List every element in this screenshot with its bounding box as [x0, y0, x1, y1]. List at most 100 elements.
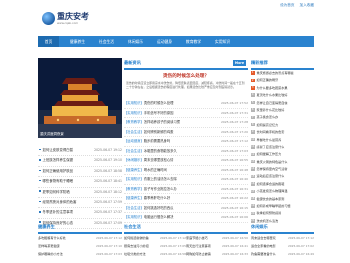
news-row[interactable]: 【运动健身】跑步前需要热身吗 2025-06-07 17:12	[124, 137, 248, 147]
list-item[interactable]: 如何正确使用护肤品 2025-06-07 18:58	[38, 167, 122, 178]
rank-item[interactable]: 5 怎样让自己变得更自信	[251, 100, 314, 107]
rank-item[interactable]: 2 如何正确的刷牙	[251, 77, 314, 84]
news-category[interactable]: 【实用知识】	[124, 177, 144, 181]
list-item[interactable]: 家庭节能小技巧 2025-06-07 16:50	[186, 234, 248, 242]
list-item[interactable]: 上班族怎样养生保健 2025-06-07 19:10	[38, 156, 122, 167]
news-category[interactable]: 【实用知识】	[124, 215, 144, 219]
list-item[interactable]: 适合全家看的电影 2025-06-07 17:02	[251, 242, 314, 250]
news-row[interactable]: 【教育教学】怎样培养孩子的阅读习惯 2025-06-07 17:28	[124, 118, 248, 128]
rank-item[interactable]: 15 运动后应该注意什么	[251, 173, 314, 180]
news-title: 烫伤的时候怎么处理	[143, 101, 174, 105]
headline-link[interactable]: 烫伤的时候怎么处理？	[124, 73, 248, 79]
nav-item-education[interactable]: 教育教学	[183, 36, 204, 47]
list-item[interactable]: 夏季如何科学防晒 2025-06-07 18:12	[38, 188, 122, 198]
nav-item-sports[interactable]: 运动健身	[154, 36, 175, 47]
news-category[interactable]: 【休闲娱乐】	[124, 158, 144, 162]
nav-item-society[interactable]: 社会生活	[96, 36, 117, 47]
news-category[interactable]: 【运动健身】	[124, 139, 144, 143]
news-date: 2025-06-07 17:12	[220, 139, 248, 143]
news-category[interactable]: 【健康养生】	[124, 168, 144, 172]
rank-title: 如何正确的刷牙	[256, 78, 279, 83]
list-item[interactable]: 怎样喝茶更健康 2025-06-07 17:10	[38, 242, 122, 250]
nav-item-leisure[interactable]: 休闲娱乐	[125, 36, 146, 47]
news-row[interactable]: 【社会生活】如何挑选好吃的西瓜 2025-06-07 16:15	[124, 204, 248, 213]
rank-item[interactable]: 12 如何缓解工作压力	[251, 151, 314, 158]
list-item[interactable]: 垃圾分类的方法 2025-06-07 16:58	[124, 250, 186, 258]
nav-item-knowledge[interactable]: 实用知识	[212, 36, 233, 47]
news-category[interactable]: 【实用知识】	[124, 101, 144, 105]
news-row[interactable]: 【休闲娱乐】周末去哪里放松心情 2025-06-07 16:55	[124, 156, 248, 166]
list-item[interactable]: 雨天出行注意事项 2025-06-07 16:41	[186, 242, 248, 250]
news-category[interactable]: 【实用知识】	[124, 111, 144, 115]
list-item[interactable]: 如何让皮肤变得白皙 2025-06-07 19:12	[38, 146, 122, 157]
nav-item-home[interactable]: 首页	[38, 36, 59, 47]
society-header: 社会生活	[124, 222, 248, 234]
rank-title: 感冒了应该注意什么	[256, 144, 285, 149]
news-category[interactable]: 【社会生活】	[124, 149, 144, 153]
rank-item[interactable]: 3 为什么要多吃蔬菜水果	[251, 85, 314, 92]
news-row[interactable]: 【健康养生】喝水的正确时间 2025-06-07 16:48	[124, 166, 248, 175]
news-row[interactable]: 【教育教学】孩子写作业拖拉怎么办 2025-06-07 16:31	[124, 185, 248, 194]
banner-image[interactable]: 重庆洪崖洞夜景	[38, 58, 122, 138]
rank-item[interactable]: 6 家里养什么花比较好	[251, 107, 314, 114]
news-row[interactable]: 【实用知识】衣服上的油渍怎么去除 2025-06-07 16:40	[124, 175, 248, 185]
rank-title: 怎样让自己变得更自信	[256, 100, 288, 105]
more-link[interactable]: More	[232, 60, 246, 66]
rank-item[interactable]: 17 小孩发烧怎么物理降温	[251, 188, 314, 195]
news-date: 2025-06-07 17:52	[220, 101, 248, 105]
news-row[interactable]: 【社会生活】如何辨别新鲜的鸡蛋 2025-06-07 17:20	[124, 128, 248, 137]
list-item-title: 钓鱼需要准备什么	[251, 252, 276, 257]
add-favorite-link[interactable]: 加入收藏	[300, 3, 314, 7]
rank-item[interactable]: 19 如何养成早睡早起的习惯	[251, 203, 314, 210]
rank-item[interactable]: 9 长时间看手机的危害	[251, 129, 314, 136]
list-item-date: 2025-06-07 16:50	[221, 236, 248, 240]
news-category[interactable]: 【健康养生】	[124, 196, 144, 200]
rank-item[interactable]: 20 秋季如何预防感冒	[251, 210, 314, 217]
news-row[interactable]: 【实用知识】烫伤的时候怎么处理 2025-06-07 17:52	[124, 99, 248, 109]
list-item-date: 2025-06-07 16:49	[287, 252, 314, 257]
site-logo[interactable]: 重庆安考 www.cqak.com	[42, 10, 96, 30]
rank-item[interactable]: 13 重庆火锅的特色是什么	[251, 159, 314, 166]
list-item[interactable]: 厨房去油污小妙招 2025-06-07 17:05	[124, 242, 186, 250]
list-item[interactable]: 多吃粗粮有什么好处 2025-06-07 17:12	[38, 234, 122, 242]
list-item[interactable]: 冬季进补的注意事项 2025-06-07 17:37	[38, 208, 122, 219]
list-item-date: 2025-06-07 18:12	[94, 189, 122, 194]
rank-item[interactable]: 8 如何提高记忆力	[251, 122, 314, 129]
list-item[interactable]: 网购如何防止被骗 2025-06-07 16:33	[186, 250, 248, 258]
rank-item[interactable]: 7 孩子挑食怎么办	[251, 114, 314, 121]
news-category[interactable]: 【社会生活】	[124, 206, 144, 210]
rank-item[interactable]: 18 健康饮食的基本原则	[251, 196, 314, 203]
list-item[interactable]: 钓鱼需要准备什么 2025-06-07 16:49	[251, 250, 314, 258]
news-row[interactable]: 【社会生活】冰箱里的食物能放多久 2025-06-07 17:03	[124, 147, 248, 156]
news-date: 2025-06-07 17:31	[220, 110, 248, 115]
list-item-title: 雨天出行注意事项	[186, 244, 211, 249]
news-row[interactable]: 【实用知识】手机信号不好的原因 2025-06-07 17:31	[124, 109, 248, 118]
list-item[interactable]: 周末适合去哪里玩 2025-06-07 17:12	[251, 234, 314, 242]
list-item-title: 上班族怎样养生保健	[42, 158, 74, 163]
list-item-date: 2025-06-07 17:03	[95, 252, 122, 257]
rank-item[interactable]: 4 夏天吃什么水果比较好	[251, 92, 314, 99]
news-category[interactable]: 【社会生活】	[124, 130, 144, 134]
list-item-date: 2025-06-07 16:41	[221, 244, 248, 249]
bullet-icon	[39, 169, 41, 172]
list-item-date: 2025-06-07 17:02	[287, 244, 314, 249]
rank-item[interactable]: 16 如何选择合适的跑鞋	[251, 181, 314, 188]
list-item[interactable]: 保护眼睛的小方法 2025-06-07 17:03	[38, 250, 122, 258]
bullet-icon	[39, 179, 41, 182]
nav-item-health[interactable]: 健康养生	[67, 36, 88, 47]
list-item-title: 适合全家看的电影	[251, 244, 276, 249]
rank-item[interactable]: 11 感冒了应该注意什么	[251, 144, 314, 151]
list-item-date: 2025-06-07 17:12	[287, 236, 314, 240]
news-category[interactable]: 【教育教学】	[124, 187, 144, 191]
rank-title: 孩子挑食怎么办	[256, 115, 279, 120]
list-item[interactable]: 如何挑选新鲜的鱼 2025-06-07 17:12	[124, 234, 186, 242]
set-homepage-link[interactable]: 设为首页	[280, 3, 294, 7]
rank-item[interactable]: 1 重庆旅游必去的景点有哪些	[251, 70, 314, 77]
news-row[interactable]: 【健康养生】春季养肝吃什么好 2025-06-07 16:22	[124, 194, 248, 204]
rank-item[interactable]: 14 怎样保持室内空气清新	[251, 166, 314, 173]
list-item[interactable]: 哪些食物有助于睡眠 2025-06-07 18:41	[38, 177, 122, 188]
list-item-date: 2025-06-07 17:59	[94, 199, 122, 204]
rank-item[interactable]: 10 早餐吃什么最营养	[251, 137, 314, 144]
list-item[interactable]: 经常熬夜对身体的危害 2025-06-07 17:59	[38, 198, 122, 209]
news-category[interactable]: 【教育教学】	[124, 120, 144, 124]
